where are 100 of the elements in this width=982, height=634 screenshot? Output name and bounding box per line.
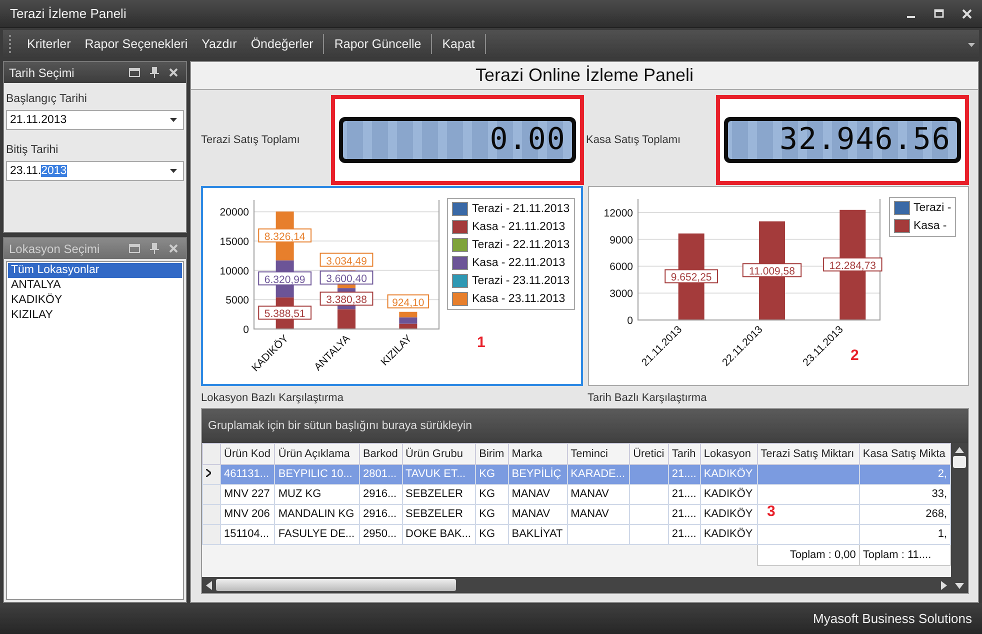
close-icon[interactable] <box>962 8 972 18</box>
maximize-icon[interactable] <box>934 8 944 18</box>
table-cell: KADIKÖY <box>700 504 758 524</box>
y-tick-label: 0 <box>243 324 249 336</box>
data-label: 3.034,49 <box>320 252 374 267</box>
table-cell: KG <box>476 484 508 504</box>
table-cell: MNV 206 <box>220 504 275 524</box>
table-cell: BEYPİLİÇ <box>508 464 568 484</box>
toolbar-button[interactable]: Öndeğerler <box>244 37 320 51</box>
field-label: Bitiş Tarihi <box>6 144 60 156</box>
table-cell: KADIKÖY <box>700 484 758 504</box>
dropdown-caret-icon[interactable] <box>170 118 177 122</box>
data-label: 5.388,51 <box>264 308 306 320</box>
chart-panel[interactable] <box>201 186 582 386</box>
table-cell: MANAV <box>508 484 568 504</box>
location-item[interactable]: KIZILAY <box>8 308 182 323</box>
table-cell: MUZ KG <box>274 484 360 504</box>
table-cell: FASULYE DE... <box>274 524 360 544</box>
column-header[interactable]: Ürün Açıklama <box>274 443 360 464</box>
y-tick-label: 12000 <box>603 207 632 220</box>
group-hint: Gruplamak için bir sütun başlığını buraya sürükleyin <box>208 420 472 432</box>
toolbar-button[interactable]: Rapor Güncelle <box>327 37 428 51</box>
y-tick-label: 0 <box>626 314 632 327</box>
table-cell: MANAV <box>508 504 568 524</box>
location-item[interactable]: ANTALYA <box>8 278 182 293</box>
table-cell: KG <box>476 524 508 544</box>
location-item[interactable]: KADIKÖY <box>8 293 182 308</box>
toolbar-button[interactable]: Kriterler <box>20 37 78 51</box>
data-label: 9.652,25 <box>670 271 712 284</box>
location-item[interactable]: Tüm Lokasyonlar <box>8 263 182 278</box>
table-cell: 2801... <box>359 464 402 484</box>
close-icon[interactable] <box>169 68 178 77</box>
pin-icon[interactable] <box>150 67 159 78</box>
table-cell: MANAV <box>567 484 630 504</box>
column-header[interactable]: Teminci <box>567 443 630 464</box>
table-cell: 2916... <box>359 504 402 524</box>
column-header[interactable]: Lokasyon <box>700 443 758 464</box>
legend-label: Terazi - 23.11.2013 <box>472 274 570 287</box>
digital-display: 32.946.56 <box>724 116 961 163</box>
table-cell: DOKE BAK... <box>402 524 476 544</box>
legend-label: Terazi - 21.11.2013 <box>472 202 570 215</box>
vertical-scrollbar[interactable] <box>951 442 968 593</box>
table-cell: 21.... <box>668 524 700 544</box>
data-label: 9.652,25 <box>664 268 718 284</box>
y-tick-label: 20000 <box>220 206 249 218</box>
page-heading: Terazi Online İzleme Paneli <box>191 62 978 90</box>
scroll-right-icon[interactable] <box>941 580 947 590</box>
column-header[interactable]: Tarih <box>668 443 700 464</box>
date-field[interactable]: 21.11.2013 <box>6 110 184 130</box>
table-cell: 2916... <box>359 484 402 504</box>
table-cell: 21.... <box>668 484 700 504</box>
date-field[interactable]: 23.11.2013 <box>6 161 184 181</box>
toolbar-button[interactable]: Kapat <box>435 37 482 51</box>
legend-label: Kasa - 21.11.2013 <box>472 220 566 233</box>
table-cell <box>630 484 668 504</box>
data-label: 3.380,38 <box>320 291 374 306</box>
toolbar-button[interactable]: Yazdır <box>194 37 244 51</box>
column-header[interactable]: Barkod <box>359 443 402 464</box>
table-cell <box>630 504 668 524</box>
table-cell: KADIKÖY <box>700 524 758 544</box>
table-cell: KG <box>476 464 508 484</box>
scroll-thumb[interactable] <box>953 456 966 468</box>
chart-caption: Lokasyon Bazlı Karşılaştırma <box>201 390 344 406</box>
legend-label: Kasa - 22.11.2013 <box>472 256 566 269</box>
toolbar-button[interactable]: Rapor Seçenekleri <box>78 37 195 51</box>
data-label: 11.009,58 <box>742 262 802 278</box>
y-tick-label: 3000 <box>609 288 632 300</box>
panel-title: Tarih Seçimi <box>9 66 76 80</box>
column-header[interactable]: Ürün Grubu <box>402 443 476 464</box>
legend-label: Kasa - <box>914 220 947 232</box>
scroll-up-icon[interactable] <box>955 446 964 453</box>
dropdown-caret-icon[interactable] <box>170 169 177 173</box>
table-cell: SEBZELER <box>402 484 476 504</box>
data-label: 3.380,38 <box>326 294 368 306</box>
scroll-left-icon[interactable] <box>206 580 212 590</box>
window-title: Terazi İzleme Paneli <box>10 6 128 21</box>
total-label: Terazi Satış Toplamı <box>201 134 301 146</box>
data-label: 6.320,99 <box>258 271 312 286</box>
y-tick-label: 6000 <box>609 260 632 273</box>
horizontal-scrollbar[interactable] <box>202 577 951 593</box>
column-header[interactable]: Ürün Kod <box>220 443 275 464</box>
data-label: 924,10 <box>392 296 424 309</box>
column-header[interactable]: Terazi Satış Miktarı <box>757 443 860 464</box>
table-cell: SEBZELER <box>402 504 476 524</box>
scroll-down-icon[interactable] <box>955 583 964 589</box>
table-cell: 33, <box>859 484 950 504</box>
scroll-thumb[interactable] <box>216 579 456 591</box>
legend-label: Terazi - <box>914 202 952 214</box>
overflow-caret-icon[interactable] <box>968 42 975 46</box>
annotation-number: 2 <box>850 346 859 364</box>
grip-icon <box>9 35 12 53</box>
dock-window-icon[interactable] <box>129 68 140 77</box>
column-header[interactable]: Üretici <box>630 443 668 464</box>
data-label: 8.326,14 <box>264 230 306 243</box>
column-header[interactable]: Birim <box>476 443 508 464</box>
table-cell: 151104... <box>220 524 275 544</box>
footer-total: Toplam : 0,00 <box>757 544 860 566</box>
column-header[interactable]: Marka <box>508 443 568 464</box>
column-header[interactable]: Kasa Satış Mikta <box>859 443 950 464</box>
y-tick-label: 10000 <box>220 265 249 278</box>
